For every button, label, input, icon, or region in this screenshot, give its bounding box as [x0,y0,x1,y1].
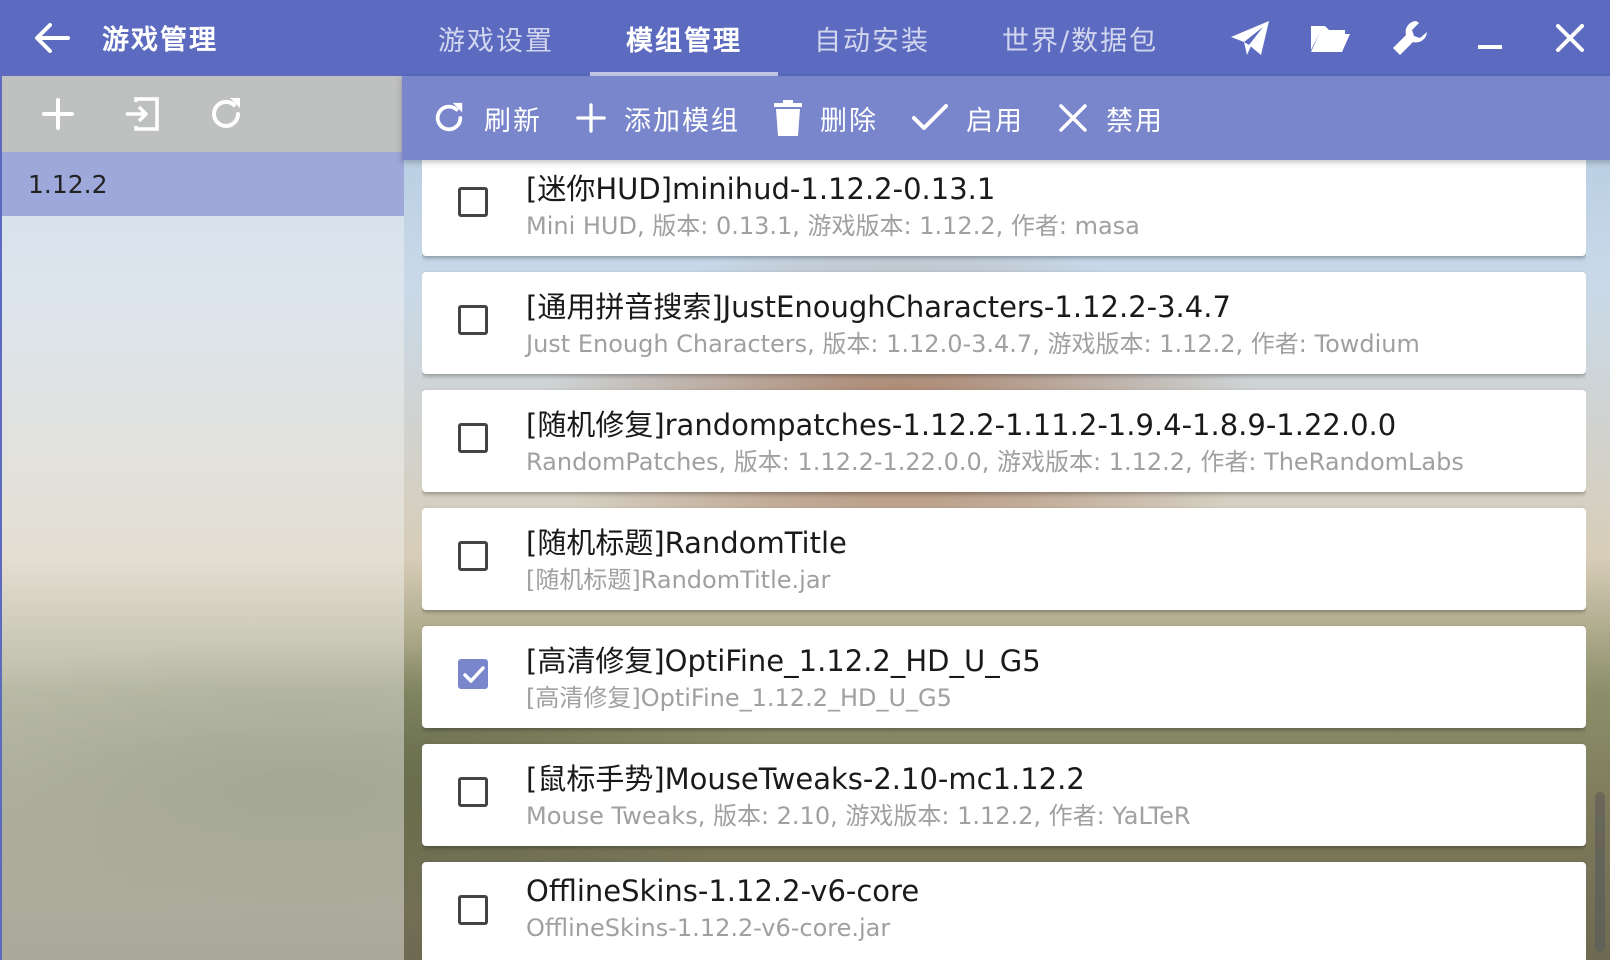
disable-label: 禁用 [1106,105,1164,137]
mod-checkbox[interactable] [458,777,488,807]
arrow-left-icon [35,23,70,53]
import-icon [126,97,159,131]
plus-icon [42,98,74,130]
list-item[interactable]: [高清修复]OptiFine_1.12.2_HD_U_G5 [高清修复]Opti… [422,626,1586,728]
sidebar-item-version[interactable]: 1.12.2 [2,152,404,216]
mod-checkbox[interactable] [458,423,488,453]
import-version-button[interactable] [100,76,184,152]
tab-mod-management[interactable]: 模组管理 [590,0,778,76]
mod-checkbox[interactable] [458,895,488,925]
folder-open-icon [1311,26,1350,52]
mod-toolbar: 刷新 添加模组 删除 启用 禁用 [402,76,1610,160]
close-icon [1059,104,1087,132]
mod-subtitle: [高清修复]OptiFine_1.12.2_HD_U_G5 [526,684,952,712]
refresh-icon [212,98,240,128]
mod-subtitle: RandomPatches, 版本: 1.12.2-1.22.0.0, 游戏版本… [526,448,1464,476]
back-button[interactable] [30,16,74,60]
mod-subtitle: [随机标题]RandomTitle.jar [526,566,831,594]
add-mod-label: 添加模组 [624,105,740,137]
check-icon [463,666,485,683]
check-icon [912,104,948,130]
mod-title: [通用拼音搜索]JustEnoughCharacters-1.12.2-3.4.… [526,290,1231,324]
list-item[interactable]: [随机修复]randompatches-1.12.2-1.11.2-1.9.4-… [422,390,1586,492]
version-sidebar: 1.12.2 [0,76,404,960]
mod-subtitle: Just Enough Characters, 版本: 1.12.0-3.4.7… [526,330,1420,358]
delete-label: 删除 [820,105,878,137]
tab-auto-install[interactable]: 自动安装 [778,0,966,76]
list-item[interactable]: [鼠标手势]MouseTweaks-2.10-mc1.12.2 Mouse Tw… [422,744,1586,846]
disable-mod-button[interactable]: 禁用 [1048,76,1188,160]
mod-list: [迷你HUD]minihud-1.12.2-0.13.1 Mini HUD, 版… [422,160,1586,960]
open-folder-button[interactable] [1290,0,1370,76]
mod-subtitle: OfflineSkins-1.12.2-v6-core.jar [526,914,891,942]
mod-title: OfflineSkins-1.12.2-v6-core [526,874,920,908]
list-item[interactable]: [通用拼音搜索]JustEnoughCharacters-1.12.2-3.4.… [422,272,1586,374]
refresh-label: 刷新 [484,105,542,137]
mod-subtitle: Mouse Tweaks, 版本: 2.10, 游戏版本: 1.12.2, 作者… [526,802,1191,830]
window-controls [1210,0,1610,76]
mod-subtitle: Mini HUD, 版本: 0.13.1, 游戏版本: 1.12.2, 作者: … [526,212,1140,240]
wrench-icon [1393,21,1427,55]
mod-checkbox[interactable] [458,305,488,335]
mod-checkbox[interactable] [458,187,488,217]
close-icon [1556,24,1584,52]
tools-button[interactable] [1370,0,1450,76]
tab-world-datapack[interactable]: 世界/数据包 [966,0,1194,76]
enable-label: 启用 [966,105,1024,137]
send-icon [1231,21,1269,55]
tab-game-settings[interactable]: 游戏设置 [402,0,590,76]
refresh-icon [435,102,463,132]
scrollbar-thumb[interactable] [1595,792,1605,952]
close-button[interactable] [1530,0,1610,76]
trash-icon [774,100,802,136]
refresh-versions-button[interactable] [184,76,268,152]
add-mod-button[interactable]: 添加模组 [566,76,764,160]
page-title: 游戏管理 [102,25,218,56]
minimize-button[interactable] [1450,0,1530,76]
mod-title: [迷你HUD]minihud-1.12.2-0.13.1 [526,172,996,206]
mod-title: [随机标题]RandomTitle [526,526,847,560]
mod-title: [高清修复]OptiFine_1.12.2_HD_U_G5 [526,644,1041,678]
mod-title: [随机修复]randompatches-1.12.2-1.11.2-1.9.4-… [526,408,1397,442]
mod-title: [鼠标手势]MouseTweaks-2.10-mc1.12.2 [526,762,1085,796]
mod-checkbox[interactable] [458,541,488,571]
list-item[interactable]: [迷你HUD]minihud-1.12.2-0.13.1 Mini HUD, 版… [422,160,1586,256]
refresh-button[interactable]: 刷新 [422,76,566,160]
list-item[interactable]: OfflineSkins-1.12.2-v6-core OfflineSkins… [422,862,1586,960]
plus-icon [576,103,606,133]
mod-checkbox[interactable] [458,659,488,689]
feedback-button[interactable] [1210,0,1290,76]
delete-mod-button[interactable]: 删除 [764,76,902,160]
sidebar-toolbar [2,76,404,152]
title-bar: 游戏管理 游戏设置 模组管理 自动安装 世界/数据包 [0,0,1610,76]
list-item[interactable]: [随机标题]RandomTitle [随机标题]RandomTitle.jar [422,508,1586,610]
enable-mod-button[interactable]: 启用 [902,76,1048,160]
mod-list-scrollbar[interactable] [1594,160,1606,960]
minimize-icon [1478,45,1502,49]
add-version-button[interactable] [16,76,100,152]
tab-bar: 游戏设置 模组管理 自动安装 世界/数据包 [402,0,1194,76]
